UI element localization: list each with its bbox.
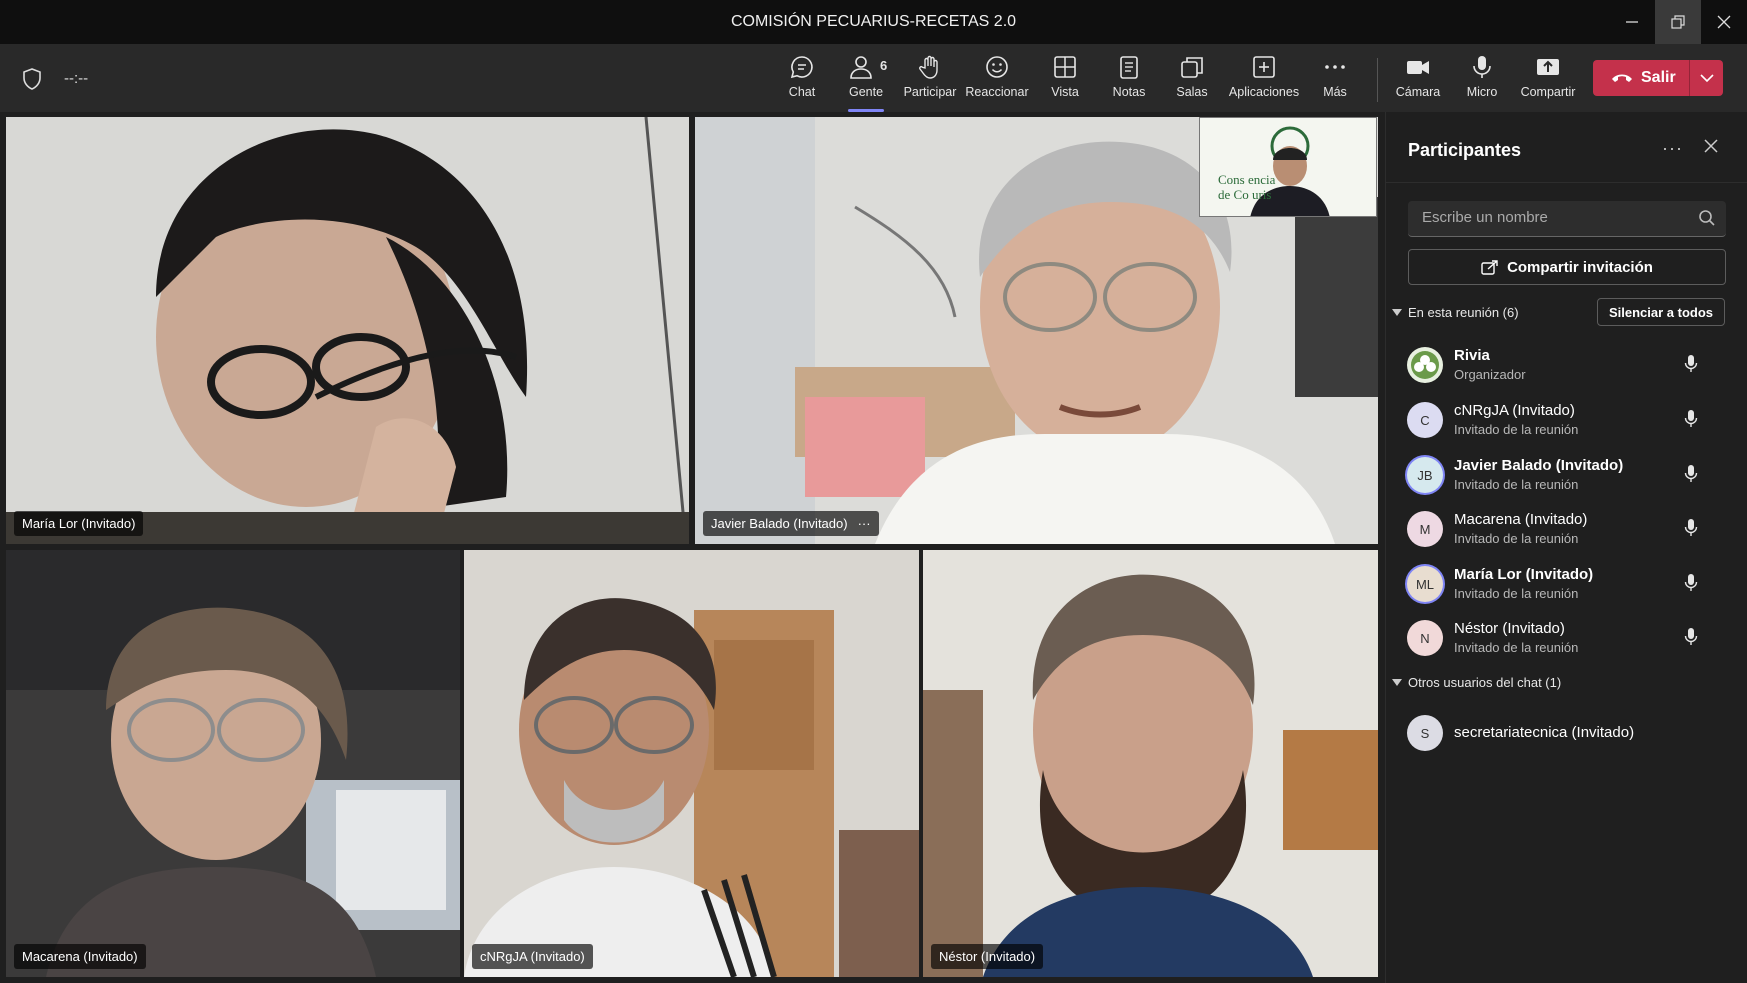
participant-row[interactable]: M Macarena (Invitado) Invitado de la reu…	[1386, 505, 1747, 555]
participant-row[interactable]: ML María Lor (Invitado) Invitado de la r…	[1386, 560, 1747, 610]
meeting-title: COMISIÓN PECUARIUS-RECETAS 2.0	[730, 13, 1017, 30]
video-tile-nestor[interactable]: Néstor (Invitado)	[923, 550, 1378, 977]
people-icon	[850, 56, 872, 79]
participant-name-label: María Lor (Invitado)	[14, 511, 144, 536]
view-button[interactable]: Vista	[1049, 52, 1081, 108]
avatar: S	[1407, 715, 1443, 751]
toolbar-divider	[1377, 58, 1378, 102]
self-view-video[interactable]: Cons encia de Co uris	[1199, 117, 1377, 217]
close-window-button[interactable]	[1701, 0, 1747, 44]
meeting-toolbar: --:-- Chat 6 Gente Participar Reaccionar…	[0, 44, 1747, 112]
mic-icon	[1684, 628, 1698, 645]
leave-label: Salir	[1641, 69, 1676, 86]
panel-more-button[interactable]: ···	[1662, 138, 1683, 159]
react-button[interactable]: Reaccionar	[965, 52, 1029, 108]
avatar: C	[1407, 402, 1443, 438]
close-icon	[1704, 139, 1718, 153]
avatar: ML	[1407, 566, 1443, 602]
mic-icon	[1684, 574, 1698, 591]
apps-icon	[1253, 56, 1275, 78]
participant-video	[6, 117, 689, 544]
participant-name-label: Javier Balado (Invitado) ···	[703, 511, 879, 536]
participant-video	[6, 550, 460, 977]
participant-row[interactable]: C cNRgJA (Invitado) Invitado de la reuni…	[1386, 396, 1747, 446]
mic-icon	[1473, 56, 1491, 78]
participant-name-label: Macarena (Invitado)	[14, 944, 146, 969]
panel-title: Participantes	[1408, 140, 1522, 160]
share-invite-button[interactable]: Compartir invitación	[1408, 249, 1726, 285]
mic-button[interactable]: Micro	[1465, 52, 1499, 108]
more-options-icon[interactable]: ···	[858, 516, 871, 531]
participant-name-label: Néstor (Invitado)	[931, 944, 1044, 969]
raise-hand-icon	[919, 55, 938, 79]
participants-panel: Participantes ··· Compartir invitación E…	[1385, 112, 1747, 983]
camera-button[interactable]: Cámara	[1396, 52, 1440, 108]
leave-options-button[interactable]	[1690, 73, 1723, 83]
search-input[interactable]	[1422, 209, 1682, 226]
restore-icon	[1671, 15, 1685, 29]
self-view-image	[1200, 118, 1376, 216]
shield-icon	[23, 68, 41, 90]
participant-row[interactable]: S secretariatecnica (Invitado)	[1386, 709, 1747, 759]
camera-icon	[1407, 61, 1429, 74]
avatar	[1407, 347, 1443, 383]
participant-search[interactable]	[1408, 201, 1726, 237]
share-button[interactable]: Compartir	[1518, 52, 1578, 108]
video-tile-cnrgja[interactable]: cNRgJA (Invitado)	[464, 550, 919, 977]
react-icon	[986, 56, 1008, 78]
notes-icon	[1120, 56, 1138, 79]
view-icon	[1054, 56, 1076, 78]
participant-name-label: cNRgJA (Invitado)	[472, 944, 593, 969]
rooms-icon	[1181, 57, 1203, 78]
minimize-button[interactable]	[1609, 0, 1655, 44]
video-tile-maria-lor[interactable]: María Lor (Invitado)	[6, 117, 689, 544]
leave-meeting-button[interactable]: Salir	[1593, 60, 1723, 96]
panel-close-button[interactable]	[1704, 136, 1718, 159]
participant-video	[464, 550, 919, 977]
restore-button[interactable]	[1655, 0, 1701, 44]
mic-icon	[1684, 355, 1698, 372]
in-meeting-section-toggle[interactable]: En esta reunión (6)	[1392, 305, 1519, 320]
participant-row[interactable]: JB Javier Balado (Invitado) Invitado de …	[1386, 451, 1747, 501]
participant-video	[923, 550, 1378, 977]
search-icon	[1699, 210, 1715, 226]
video-tile-macarena[interactable]: Macarena (Invitado)	[6, 550, 460, 977]
mic-icon	[1684, 465, 1698, 482]
people-button[interactable]: 6 Gente	[846, 52, 888, 112]
hang-up-icon	[1612, 74, 1632, 82]
share-invite-icon	[1481, 260, 1498, 275]
other-users-section-toggle[interactable]: Otros usuarios del chat (1)	[1392, 675, 1561, 690]
organizer-logo-icon	[1411, 351, 1439, 379]
meeting-timer: --:--	[64, 70, 89, 87]
people-count-badge: 6	[880, 58, 888, 73]
minimize-icon	[1626, 21, 1638, 23]
more-icon	[1325, 65, 1345, 69]
rooms-button[interactable]: Salas	[1176, 52, 1208, 108]
notes-button[interactable]: Notas	[1111, 52, 1147, 108]
close-icon	[1717, 15, 1731, 29]
caret-down-icon	[1392, 308, 1402, 316]
mic-icon	[1684, 519, 1698, 536]
more-button[interactable]: Más	[1321, 52, 1349, 108]
caret-down-icon	[1392, 678, 1402, 686]
chat-button[interactable]: Chat	[786, 52, 818, 108]
mic-icon	[1684, 410, 1698, 427]
participant-row[interactable]: Rivia Organizador	[1386, 341, 1747, 391]
avatar: JB	[1407, 457, 1443, 493]
chevron-down-icon	[1699, 74, 1714, 83]
share-icon	[1537, 59, 1559, 75]
apps-button[interactable]: Aplicaciones	[1229, 52, 1299, 108]
mute-all-button[interactable]: Silenciar a todos	[1597, 298, 1725, 326]
raise-hand-button[interactable]: Participar	[903, 52, 957, 108]
title-bar: COMISIÓN PECUARIUS-RECETAS 2.0	[0, 0, 1747, 44]
avatar: N	[1407, 620, 1443, 656]
chat-icon	[790, 56, 813, 79]
participant-row[interactable]: N Néstor (Invitado) Invitado de la reuni…	[1386, 614, 1747, 664]
avatar: M	[1407, 511, 1443, 547]
